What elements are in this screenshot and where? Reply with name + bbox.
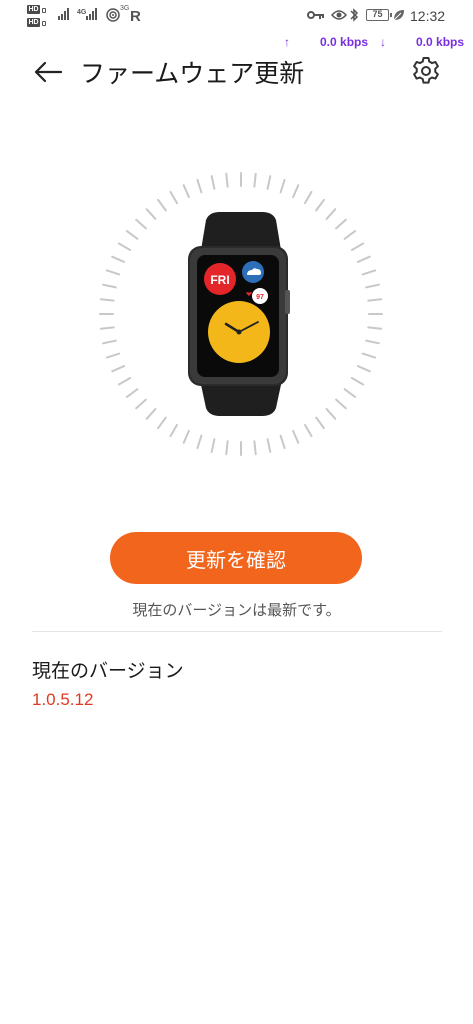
progress-tick <box>356 365 371 373</box>
progress-tick <box>335 398 347 410</box>
progress-tick <box>304 190 313 205</box>
progress-tick <box>350 242 365 251</box>
progress-tick <box>356 255 371 263</box>
progress-tick <box>304 423 313 438</box>
page-title: ファームウェア更新 <box>80 59 305 88</box>
progress-tick <box>292 184 300 199</box>
progress-tick <box>279 178 286 194</box>
signal-strength-icon <box>58 6 69 20</box>
progress-tick <box>169 423 178 438</box>
progress-tick <box>335 218 347 230</box>
progress-tick <box>125 388 139 398</box>
progress-tick <box>99 326 115 330</box>
progress-tick <box>182 429 190 444</box>
progress-tick <box>135 398 147 410</box>
progress-tick <box>125 230 139 240</box>
download-speed: 0.0 kbps <box>416 35 465 49</box>
gear-icon <box>413 57 439 84</box>
heart-rate-value: 97 <box>256 294 264 301</box>
progress-tick <box>182 184 190 199</box>
progress-tick <box>145 208 157 220</box>
progress-tick <box>105 352 121 359</box>
progress-tick <box>253 440 257 456</box>
sim-lock-icon <box>42 8 46 13</box>
progress-tick <box>111 365 126 373</box>
hd-badge: HD <box>27 18 40 27</box>
progress-tick <box>367 298 383 302</box>
progress-tick <box>350 377 365 386</box>
signal-strength-icon <box>86 6 97 20</box>
back-arrow-icon <box>34 61 63 83</box>
clock: 12:32 <box>410 8 446 24</box>
progress-tick <box>266 175 272 190</box>
progress-tick <box>210 175 216 190</box>
progress-tick <box>225 172 229 188</box>
progress-tick <box>111 255 126 263</box>
progress-tick <box>343 388 357 398</box>
network-type: 4G <box>77 9 87 16</box>
bluetooth-icon <box>350 8 359 22</box>
progress-tick <box>135 218 147 230</box>
progress-tick <box>266 438 272 453</box>
progress-tick <box>279 434 286 450</box>
day-label: FRI <box>210 273 229 287</box>
progress-tick <box>361 269 377 276</box>
status-bar: HD HD 4G 3G R 75 12:32 ↑ 0.0 kbps ↓ 0.0 … <box>0 0 473 56</box>
current-version-value: 1.0.5.12 <box>32 690 94 709</box>
progress-tick <box>117 242 132 251</box>
power-saving-leaf-icon <box>393 10 404 21</box>
check-update-button[interactable]: 更新を確認 <box>110 532 362 584</box>
progress-tick <box>253 172 257 188</box>
progress-tick <box>343 230 357 240</box>
current-version-heading: 現在のバージョン <box>32 660 184 682</box>
hd-badge: HD <box>27 5 40 14</box>
progress-tick <box>99 298 115 302</box>
key-icon <box>307 11 324 19</box>
battery-icon: 75 <box>366 9 392 21</box>
upload-speed: 0.0 kbps <box>320 35 369 49</box>
divider <box>32 631 442 632</box>
progress-tick <box>196 434 203 450</box>
progress-tick <box>210 438 216 453</box>
settings-button[interactable] <box>407 52 445 90</box>
progress-tick <box>315 198 325 212</box>
progress-tick <box>225 440 229 456</box>
download-arrow-icon: ↓ <box>380 35 386 49</box>
progress-tick <box>365 283 380 289</box>
status-bar-right: 75 12:32 <box>293 0 473 28</box>
progress-tick <box>117 377 132 386</box>
progress-tick <box>196 178 203 194</box>
progress-tick <box>315 416 325 430</box>
wifi-icon <box>106 8 120 22</box>
progress-tick <box>145 408 157 420</box>
update-status-text: 現在のバージョンは最新です。 <box>132 601 341 619</box>
watch-image: FRI 97 <box>99 172 383 456</box>
upload-arrow-icon: ↑ <box>284 35 290 49</box>
back-button[interactable] <box>28 52 68 92</box>
progress-tick <box>361 352 377 359</box>
eye-icon <box>331 10 347 20</box>
network-type-small: 3G <box>120 5 130 12</box>
progress-tick <box>102 283 117 289</box>
progress-tick <box>325 208 337 220</box>
progress-tick <box>365 339 380 345</box>
progress-tick <box>169 190 178 205</box>
device-illustration: FRI 97 <box>96 168 386 468</box>
sim-lock-icon <box>42 21 46 26</box>
progress-tick <box>157 416 167 430</box>
progress-tick <box>102 339 117 345</box>
progress-tick <box>367 326 383 330</box>
progress-tick <box>325 408 337 420</box>
progress-tick <box>105 269 121 276</box>
progress-tick <box>157 198 167 212</box>
roaming-indicator: R <box>130 8 141 25</box>
progress-tick <box>292 429 300 444</box>
